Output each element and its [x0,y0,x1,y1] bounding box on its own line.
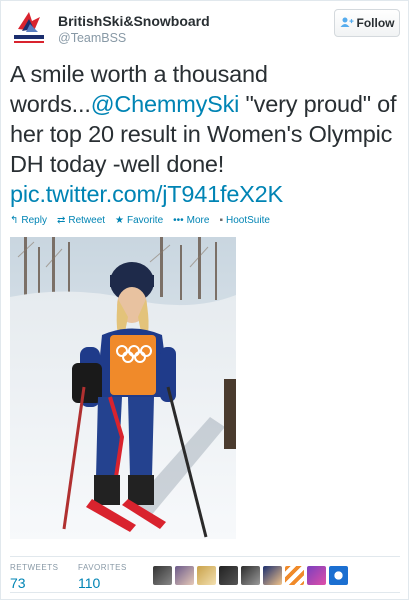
favorites-label: FAVORITES [78,563,127,572]
favoriter-avatar[interactable] [241,566,260,585]
hootsuite-label: HootSuite [226,215,270,226]
stats-divider-top [10,556,400,557]
favoriter-avatar[interactable] [263,566,282,585]
hootsuite-action[interactable]: ▪ HootSuite [219,215,269,226]
more-label: More [186,215,210,226]
mention-link[interactable]: @ChemmySki [91,91,240,117]
add-user-icon [340,16,354,30]
favoriter-avatar[interactable] [285,566,304,585]
reply-icon: ↰ [10,215,19,226]
favorites-count[interactable]: 110 [78,575,100,591]
ski-logo-icon [10,9,48,47]
favoriter-avatar[interactable] [153,566,172,585]
favorite-label: Favorite [127,215,164,226]
more-action[interactable]: ••• More [173,215,209,226]
favoriter-avatar[interactable] [197,566,216,585]
tweet-actions: ↰ Reply ⇄ Retweet ★ Favorite ••• More ▪ … [10,215,270,226]
user-handle[interactable]: @TeamBSS [58,31,126,45]
follow-label: Follow [356,16,395,30]
favoriter-avatar[interactable] [307,566,326,585]
photo-link[interactable]: pic.twitter.com/jT941feX2K [10,181,283,207]
stats-divider-bottom [10,592,400,593]
favoriter-avatars [153,566,348,585]
retweet-action[interactable]: ⇄ Retweet [57,215,105,226]
tweet-text: A smile worth a thousand words...@Chemmy… [10,59,402,209]
favoriter-avatar[interactable] [329,566,348,585]
retweet-icon: ⇄ [56,215,66,226]
tweet-photo[interactable] [10,237,236,539]
retweets-count[interactable]: 73 [10,575,26,591]
profile-avatar[interactable] [10,9,48,47]
star-icon: ★ [115,215,125,226]
favoriter-avatar[interactable] [219,566,238,585]
follow-button[interactable]: Follow [334,9,400,37]
retweets-label: RETWEETS [10,563,59,572]
reply-action[interactable]: ↰ Reply [10,215,47,226]
skier-photo [10,237,236,539]
favorite-action[interactable]: ★ Favorite [115,215,163,226]
display-name[interactable]: BritishSki&Snowboard [58,13,210,29]
more-icon: ••• [173,215,184,226]
hootsuite-icon: ▪ [219,215,223,226]
favoriter-avatar[interactable] [175,566,194,585]
reply-label: Reply [21,215,47,226]
tweet-card: BritishSki&Snowboard @TeamBSS Follow A s… [0,0,409,600]
retweet-label: Retweet [68,215,106,226]
